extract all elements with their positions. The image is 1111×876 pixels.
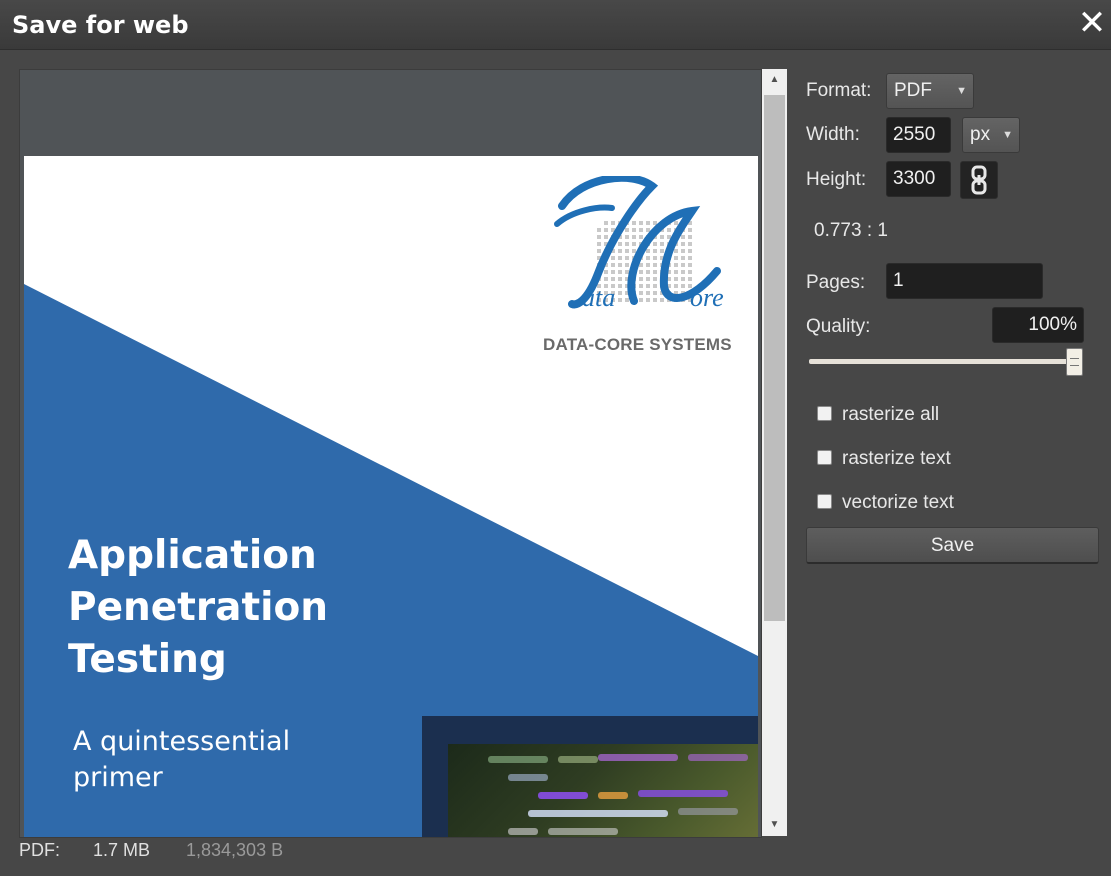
pages-input[interactable]: 1 (886, 263, 1043, 299)
document-title-line: Testing (68, 637, 227, 682)
pages-label: Pages: (806, 272, 866, 293)
logo-company-name: DATA-CORE SYSTEMS (543, 335, 732, 354)
format-select-value: PDF (894, 80, 932, 101)
code-screen-photo (422, 716, 758, 837)
constrain-proportions-button[interactable] (960, 161, 998, 199)
svg-text:ore: ore (690, 283, 724, 312)
svg-text:ata: ata (582, 283, 615, 312)
rasterize-all-checkbox[interactable] (817, 406, 832, 421)
format-select[interactable]: PDF ▼ (886, 73, 974, 109)
quality-slider-thumb[interactable] (1066, 348, 1083, 376)
status-format: PDF: (19, 840, 61, 860)
preview-scrollbar[interactable]: ▲ ▼ (762, 69, 787, 836)
status-file-bytes: 1,834,303 B (186, 840, 284, 860)
rasterize-all-label[interactable]: rasterize all (842, 404, 939, 426)
scroll-up-icon[interactable]: ▲ (762, 69, 787, 91)
rasterize-text-checkbox[interactable] (817, 450, 832, 465)
quality-label: Quality: (806, 316, 871, 337)
scroll-down-icon[interactable]: ▼ (762, 814, 787, 836)
document-subtitle-line: A quintessential (73, 726, 291, 757)
scrollbar-thumb[interactable] (764, 95, 785, 621)
vectorize-text-checkbox[interactable] (817, 494, 832, 509)
dialog-titlebar: Save for web ✕ (0, 0, 1111, 50)
chevron-down-icon: ▼ (956, 85, 967, 97)
document-title-line: Penetration (68, 585, 329, 630)
vectorize-text-label[interactable]: vectorize text (842, 492, 954, 514)
document-subtitle-line: primer (73, 762, 163, 793)
width-label: Width: (806, 124, 860, 145)
code-screen-image (448, 744, 758, 837)
unit-select[interactable]: px ▼ (962, 117, 1020, 153)
document-page-preview: ata ore DATA-CORE SYSTEMS Application Pe… (24, 156, 758, 837)
unit-select-value: px (970, 124, 991, 145)
dialog-title: Save for web (12, 11, 189, 39)
link-chain-icon (971, 165, 987, 195)
aspect-ratio-text: 0.773 : 1 (814, 220, 888, 241)
height-label: Height: (806, 169, 867, 190)
preview-pane[interactable]: ata ore DATA-CORE SYSTEMS Application Pe… (19, 69, 762, 838)
save-button[interactable]: Save (806, 527, 1099, 564)
chevron-down-icon: ▼ (1002, 129, 1013, 141)
quality-slider-track[interactable] (809, 359, 1079, 364)
status-file-size: 1.7 MB (93, 840, 151, 860)
document-title: Application Penetration Testing (68, 530, 328, 686)
rasterize-text-label[interactable]: rasterize text (842, 448, 951, 470)
width-input[interactable]: 2550 (886, 117, 951, 153)
close-icon[interactable]: ✕ (1077, 6, 1107, 40)
document-title-line: Application (68, 533, 317, 578)
quality-input[interactable]: 100% (992, 307, 1084, 343)
format-label: Format: (806, 80, 872, 101)
height-input[interactable]: 3300 (886, 161, 951, 197)
datacore-logo: ata ore (554, 176, 724, 312)
document-subtitle: A quintessential primer (73, 724, 290, 796)
